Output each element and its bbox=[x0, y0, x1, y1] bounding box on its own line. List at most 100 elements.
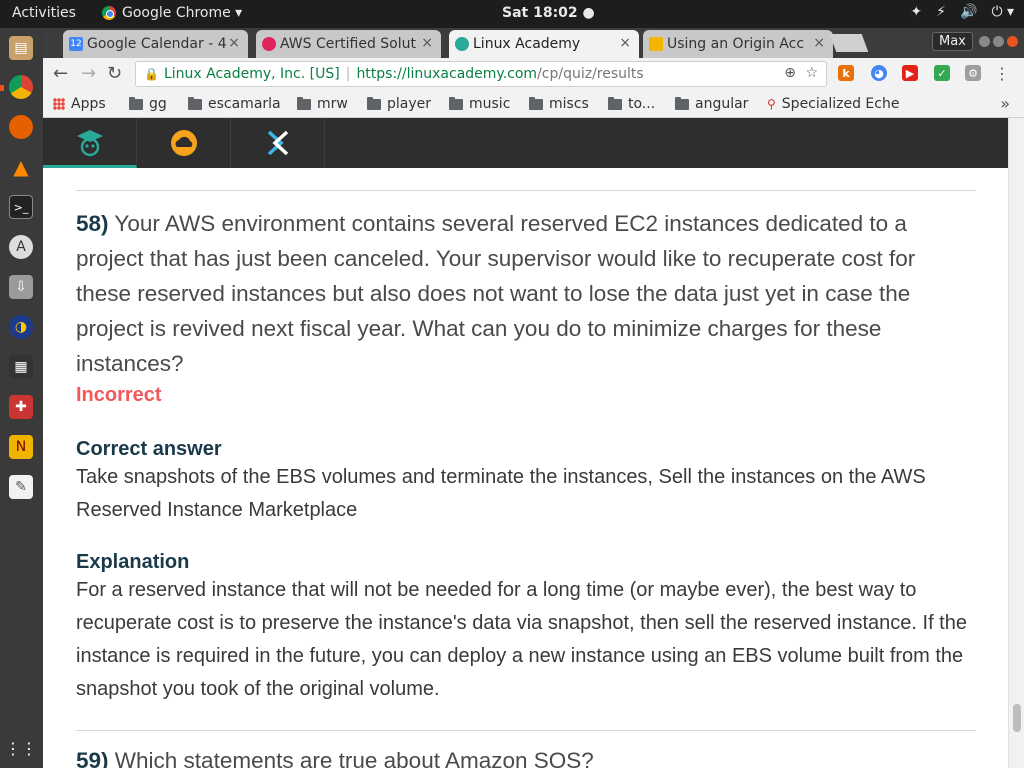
vlc-icon[interactable]: ▲ bbox=[9, 155, 33, 179]
bookmark-folder-escamarla[interactable]: escamarla bbox=[188, 96, 281, 112]
result-status: Incorrect bbox=[76, 384, 162, 406]
bookmark-folder-gg[interactable]: gg bbox=[129, 96, 167, 112]
firefox-icon[interactable] bbox=[9, 115, 33, 139]
tab-aws-certified[interactable]: AWS Certified Solut × bbox=[256, 30, 441, 58]
bookmark-folder-to[interactable]: to... bbox=[608, 96, 655, 112]
bookmark-folder-angular[interactable]: angular bbox=[675, 96, 748, 112]
tab-google-calendar[interactable]: 12 Google Calendar - 4 × bbox=[63, 30, 248, 58]
minimize-icon[interactable] bbox=[979, 36, 990, 47]
question-number: 59) bbox=[76, 748, 109, 768]
nav-dashboard[interactable] bbox=[43, 118, 137, 168]
folder-icon bbox=[529, 96, 543, 110]
youtube-icon[interactable]: ▶ bbox=[902, 65, 918, 81]
window-close-icon[interactable] bbox=[1007, 36, 1018, 47]
profile-button[interactable]: Max bbox=[932, 32, 973, 51]
bookmark-folder-miscs[interactable]: miscs bbox=[529, 96, 589, 112]
headphones-icon[interactable]: ◑ bbox=[9, 315, 33, 339]
tab-origin-access[interactable]: Using an Origin Acc × bbox=[643, 30, 833, 58]
bookmark-label: gg bbox=[149, 96, 167, 112]
calendar-icon: 12 bbox=[69, 37, 83, 51]
close-icon[interactable]: × bbox=[619, 35, 631, 51]
page-scrollbar[interactable] bbox=[1008, 118, 1024, 768]
dropbox-icon[interactable]: ✦ bbox=[910, 4, 922, 20]
close-icon[interactable]: × bbox=[421, 35, 433, 51]
system-tray[interactable]: ✦ ⚡ 🔊 ⏻ ▾ bbox=[910, 4, 1014, 20]
maximize-icon[interactable] bbox=[993, 36, 1004, 47]
apps-icon bbox=[53, 98, 65, 110]
linux-academy-logo-icon bbox=[267, 130, 288, 156]
question-text: Your AWS environment contains several re… bbox=[76, 211, 916, 376]
app-menu[interactable]: Google Chrome ▾ bbox=[102, 5, 242, 21]
tab-title: Using an Origin Acc bbox=[667, 36, 805, 52]
network-icon[interactable]: ⚡ bbox=[936, 4, 946, 20]
chrome-dock-icon[interactable] bbox=[9, 75, 33, 99]
page-content: 58) Your AWS environment contains severa… bbox=[43, 118, 1024, 768]
bookmark-folder-music[interactable]: music bbox=[449, 96, 510, 112]
bookmark-apps[interactable]: Apps bbox=[53, 96, 106, 112]
scrollbar-thumb[interactable] bbox=[1013, 704, 1021, 732]
correct-answer-text: Take snapshots of the EBS volumes and te… bbox=[76, 466, 926, 521]
folder-icon bbox=[297, 96, 311, 110]
onenote-icon[interactable]: N bbox=[9, 435, 33, 459]
software-icon[interactable]: A bbox=[9, 235, 33, 259]
close-icon[interactable]: × bbox=[228, 35, 240, 51]
explanation-heading: Explanation bbox=[76, 551, 190, 573]
nav-cloud[interactable] bbox=[137, 118, 231, 168]
bookmark-label: to... bbox=[628, 96, 656, 112]
tab-linux-academy[interactable]: Linux Academy × bbox=[449, 30, 639, 58]
address-bar[interactable]: 🔒 Linux Academy, Inc. [US] | https://lin… bbox=[135, 61, 827, 87]
bookmark-label: music bbox=[469, 96, 511, 112]
k-icon[interactable]: k bbox=[838, 65, 854, 81]
back-button[interactable]: ← bbox=[53, 63, 68, 84]
shield-icon[interactable]: ✓ bbox=[934, 65, 950, 81]
aws-course-icon bbox=[262, 37, 276, 51]
question-number: 58) bbox=[76, 211, 109, 236]
tab-strip: 12 Google Calendar - 4 × AWS Certified S… bbox=[43, 28, 1024, 58]
explanation-text: For a reserved instance that will not be… bbox=[76, 579, 967, 700]
terminal-icon[interactable]: >_ bbox=[9, 195, 33, 219]
bookmark-folder-mrw[interactable]: mrw bbox=[297, 96, 348, 112]
bookmark-folder-player[interactable]: player bbox=[367, 96, 431, 112]
reload-button[interactable]: ↻ bbox=[107, 63, 122, 84]
folder-icon bbox=[188, 96, 202, 110]
volume-icon[interactable]: 🔊 bbox=[960, 4, 977, 20]
url-host: https://linuxacademy.com bbox=[356, 66, 538, 82]
tools-icon[interactable]: ✚ bbox=[9, 395, 33, 419]
installer-icon[interactable]: ⇩ bbox=[9, 275, 33, 299]
close-icon[interactable]: × bbox=[813, 35, 825, 51]
chrome-menu-icon[interactable]: ⋮ bbox=[994, 64, 1010, 83]
text-editor-icon[interactable]: ✎ bbox=[9, 475, 33, 499]
show-apps-icon[interactable]: ⋮⋮ bbox=[5, 736, 37, 760]
forward-button[interactable]: → bbox=[81, 63, 96, 84]
files-icon[interactable]: ▤ bbox=[9, 36, 33, 60]
activities-button[interactable]: Activities bbox=[12, 5, 76, 21]
settings-ext-icon[interactable]: ⚙ bbox=[965, 65, 981, 81]
tab-title: AWS Certified Solut bbox=[280, 36, 416, 52]
power-icon[interactable]: ⏻ ▾ bbox=[991, 4, 1014, 20]
security-label: Linux Academy, Inc. [US] bbox=[163, 66, 340, 82]
zoom-icon[interactable]: ⊕ bbox=[784, 65, 796, 81]
chart-icon[interactable]: ◕ bbox=[871, 65, 887, 81]
site-nav-bar bbox=[43, 118, 1008, 168]
more-bookmarks-icon[interactable]: » bbox=[1000, 94, 1010, 113]
tab-title: Linux Academy bbox=[473, 36, 581, 52]
video-editor-icon[interactable]: ▦ bbox=[9, 355, 33, 379]
nav-linux-academy[interactable] bbox=[231, 118, 325, 168]
bookmark-specialized[interactable]: ⚲ Specialized Eche bbox=[767, 96, 899, 112]
separator: | bbox=[345, 66, 351, 82]
new-tab-button[interactable] bbox=[829, 34, 869, 52]
lock-icon[interactable]: 🔒 bbox=[144, 67, 159, 81]
clock[interactable]: Sat 18:02 ● bbox=[502, 5, 595, 21]
folder-icon bbox=[675, 96, 689, 110]
system-top-bar: Activities Google Chrome ▾ Sat 18:02 ● ✦… bbox=[0, 0, 1024, 28]
divider bbox=[76, 730, 976, 731]
bookmark-star-icon[interactable]: ☆ bbox=[805, 65, 818, 81]
window-controls bbox=[979, 36, 1018, 47]
bookmark-label: escamarla bbox=[208, 96, 281, 112]
bookmark-label: angular bbox=[695, 96, 749, 112]
question-text: Which statements are true about Amazon S… bbox=[114, 748, 594, 768]
correct-answer-heading: Correct answer bbox=[76, 438, 222, 460]
bookmark-label: Apps bbox=[71, 96, 106, 112]
browser-toolbar: ← → ↻ 🔒 Linux Academy, Inc. [US] | https… bbox=[43, 58, 1024, 90]
active-indicator bbox=[0, 85, 4, 91]
